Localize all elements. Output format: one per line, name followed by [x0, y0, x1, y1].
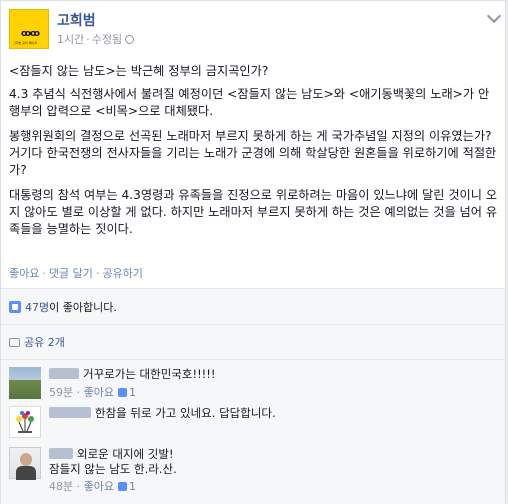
post-paragraph: 대통령의 참석 여부는 4.3영령과 유족들을 진정으로 위로하려는 마음이 있… [9, 188, 498, 236]
shares-text: 공유 2개 [24, 336, 65, 349]
comment-text: 외로운 대지에 깃발! [77, 447, 174, 461]
comment-text: 한참을 뒤로 가고 있네요. 답답합니다. [95, 406, 276, 420]
thumbs-up-icon [118, 482, 127, 491]
likes-count[interactable]: 47명 [25, 301, 49, 314]
comment-body: 거꾸로가는 대한민국호!!!!! 59분 · 좋아요 1 [49, 367, 499, 400]
post-time[interactable]: 1시간 [57, 33, 84, 46]
post-paragraph: 봉행위원회의 결정으로 선곡된 노래마저 부르지 못하게 하는 게 국가추념일 … [9, 129, 497, 177]
comment-time[interactable]: 48분 [49, 480, 73, 493]
comment-meta: 48분 · 좋아요 1 [49, 480, 136, 493]
comment-button[interactable]: 댓글 달기 [49, 267, 93, 280]
author-name[interactable]: 고희범 [57, 10, 96, 30]
post-header: ꝏꝏ 고희범 공식 페이지 고희범 1시간 · 수정됨 [9, 8, 502, 57]
post-paragraph: 4.3 추념식 식전행사에서 불려질 예정이던 <잠들지 않는 남도>와 <애기… [9, 87, 490, 118]
feedback-panel: 47명이 좋아합니다. 공유 2개 거꾸로가는 대한민국호!!!!! 59분 ·… [1, 288, 505, 504]
page-avatar[interactable]: ꝏꝏ 고희범 공식 페이지 [9, 9, 49, 49]
likes-summary: 47명이 좋아합니다. [9, 299, 117, 315]
comment-like-button[interactable]: 좋아요 [84, 386, 114, 399]
glasses-logo-icon: ꝏꝏ [21, 29, 40, 39]
edited-label[interactable]: 수정됨 [92, 33, 122, 46]
comment-text: 거꾸로가는 대한민국호!!!!! [83, 367, 216, 381]
post-actions: 좋아요 · 댓글 달기 · 공유하기 [9, 267, 143, 280]
globe-icon [125, 35, 135, 44]
post-paragraph: <잠들지 않는 남도>는 박근혜 정부의 금지곡인가? [9, 64, 269, 78]
commenter-name[interactable] [49, 448, 73, 459]
comment-like-count[interactable]: 1 [129, 386, 136, 399]
thumbs-up-icon [118, 388, 127, 397]
post-meta: 1시간 · 수정됨 [57, 31, 135, 47]
likes-text: 이 좋아합니다. [49, 301, 117, 314]
comment-text-line2: 잠들지 않는 남도 한.라.산. [49, 462, 177, 476]
flower-logo-icon [16, 411, 34, 433]
comment-meta: 59분 · 좋아요 1 [49, 386, 136, 399]
person-photo-icon [20, 453, 32, 466]
post-card: ꝏꝏ 고희범 공식 페이지 고희범 1시간 · 수정됨 <잠들지 않는 남도>는 박… [0, 0, 506, 504]
shares-summary[interactable]: 공유 2개 [9, 334, 65, 350]
like-button[interactable]: 좋아요 [9, 267, 39, 280]
divider [1, 359, 505, 360]
share-button[interactable]: 공유하기 [102, 267, 142, 280]
comment-body: 외로운 대지에 깃발! 잠들지 않는 남도 한.라.산. 48분 · 좋아요 1 [49, 447, 499, 494]
share-icon [9, 338, 20, 347]
post-body: <잠들지 않는 남도>는 박근혜 정부의 금지곡인가? 4.3 추념식 식전행사… [9, 63, 499, 244]
comment-time[interactable]: 59분 [49, 386, 73, 399]
comment-like-count[interactable]: 1 [129, 480, 136, 493]
comment-body: 한참을 뒤로 가고 있네요. 답답합니다. [49, 406, 499, 421]
commenter-name[interactable] [49, 407, 91, 418]
thumbs-up-icon [9, 301, 21, 313]
commenter-avatar[interactable] [9, 447, 41, 480]
comment-like-button[interactable]: 좋아요 [84, 480, 114, 493]
commenter-avatar[interactable] [9, 406, 41, 438]
chevron-down-icon[interactable] [486, 8, 502, 24]
commenter-name[interactable] [49, 368, 79, 379]
commenter-avatar[interactable] [9, 367, 41, 399]
avatar-caption: 고희범 공식 페이지 [13, 41, 37, 45]
divider [1, 324, 505, 325]
